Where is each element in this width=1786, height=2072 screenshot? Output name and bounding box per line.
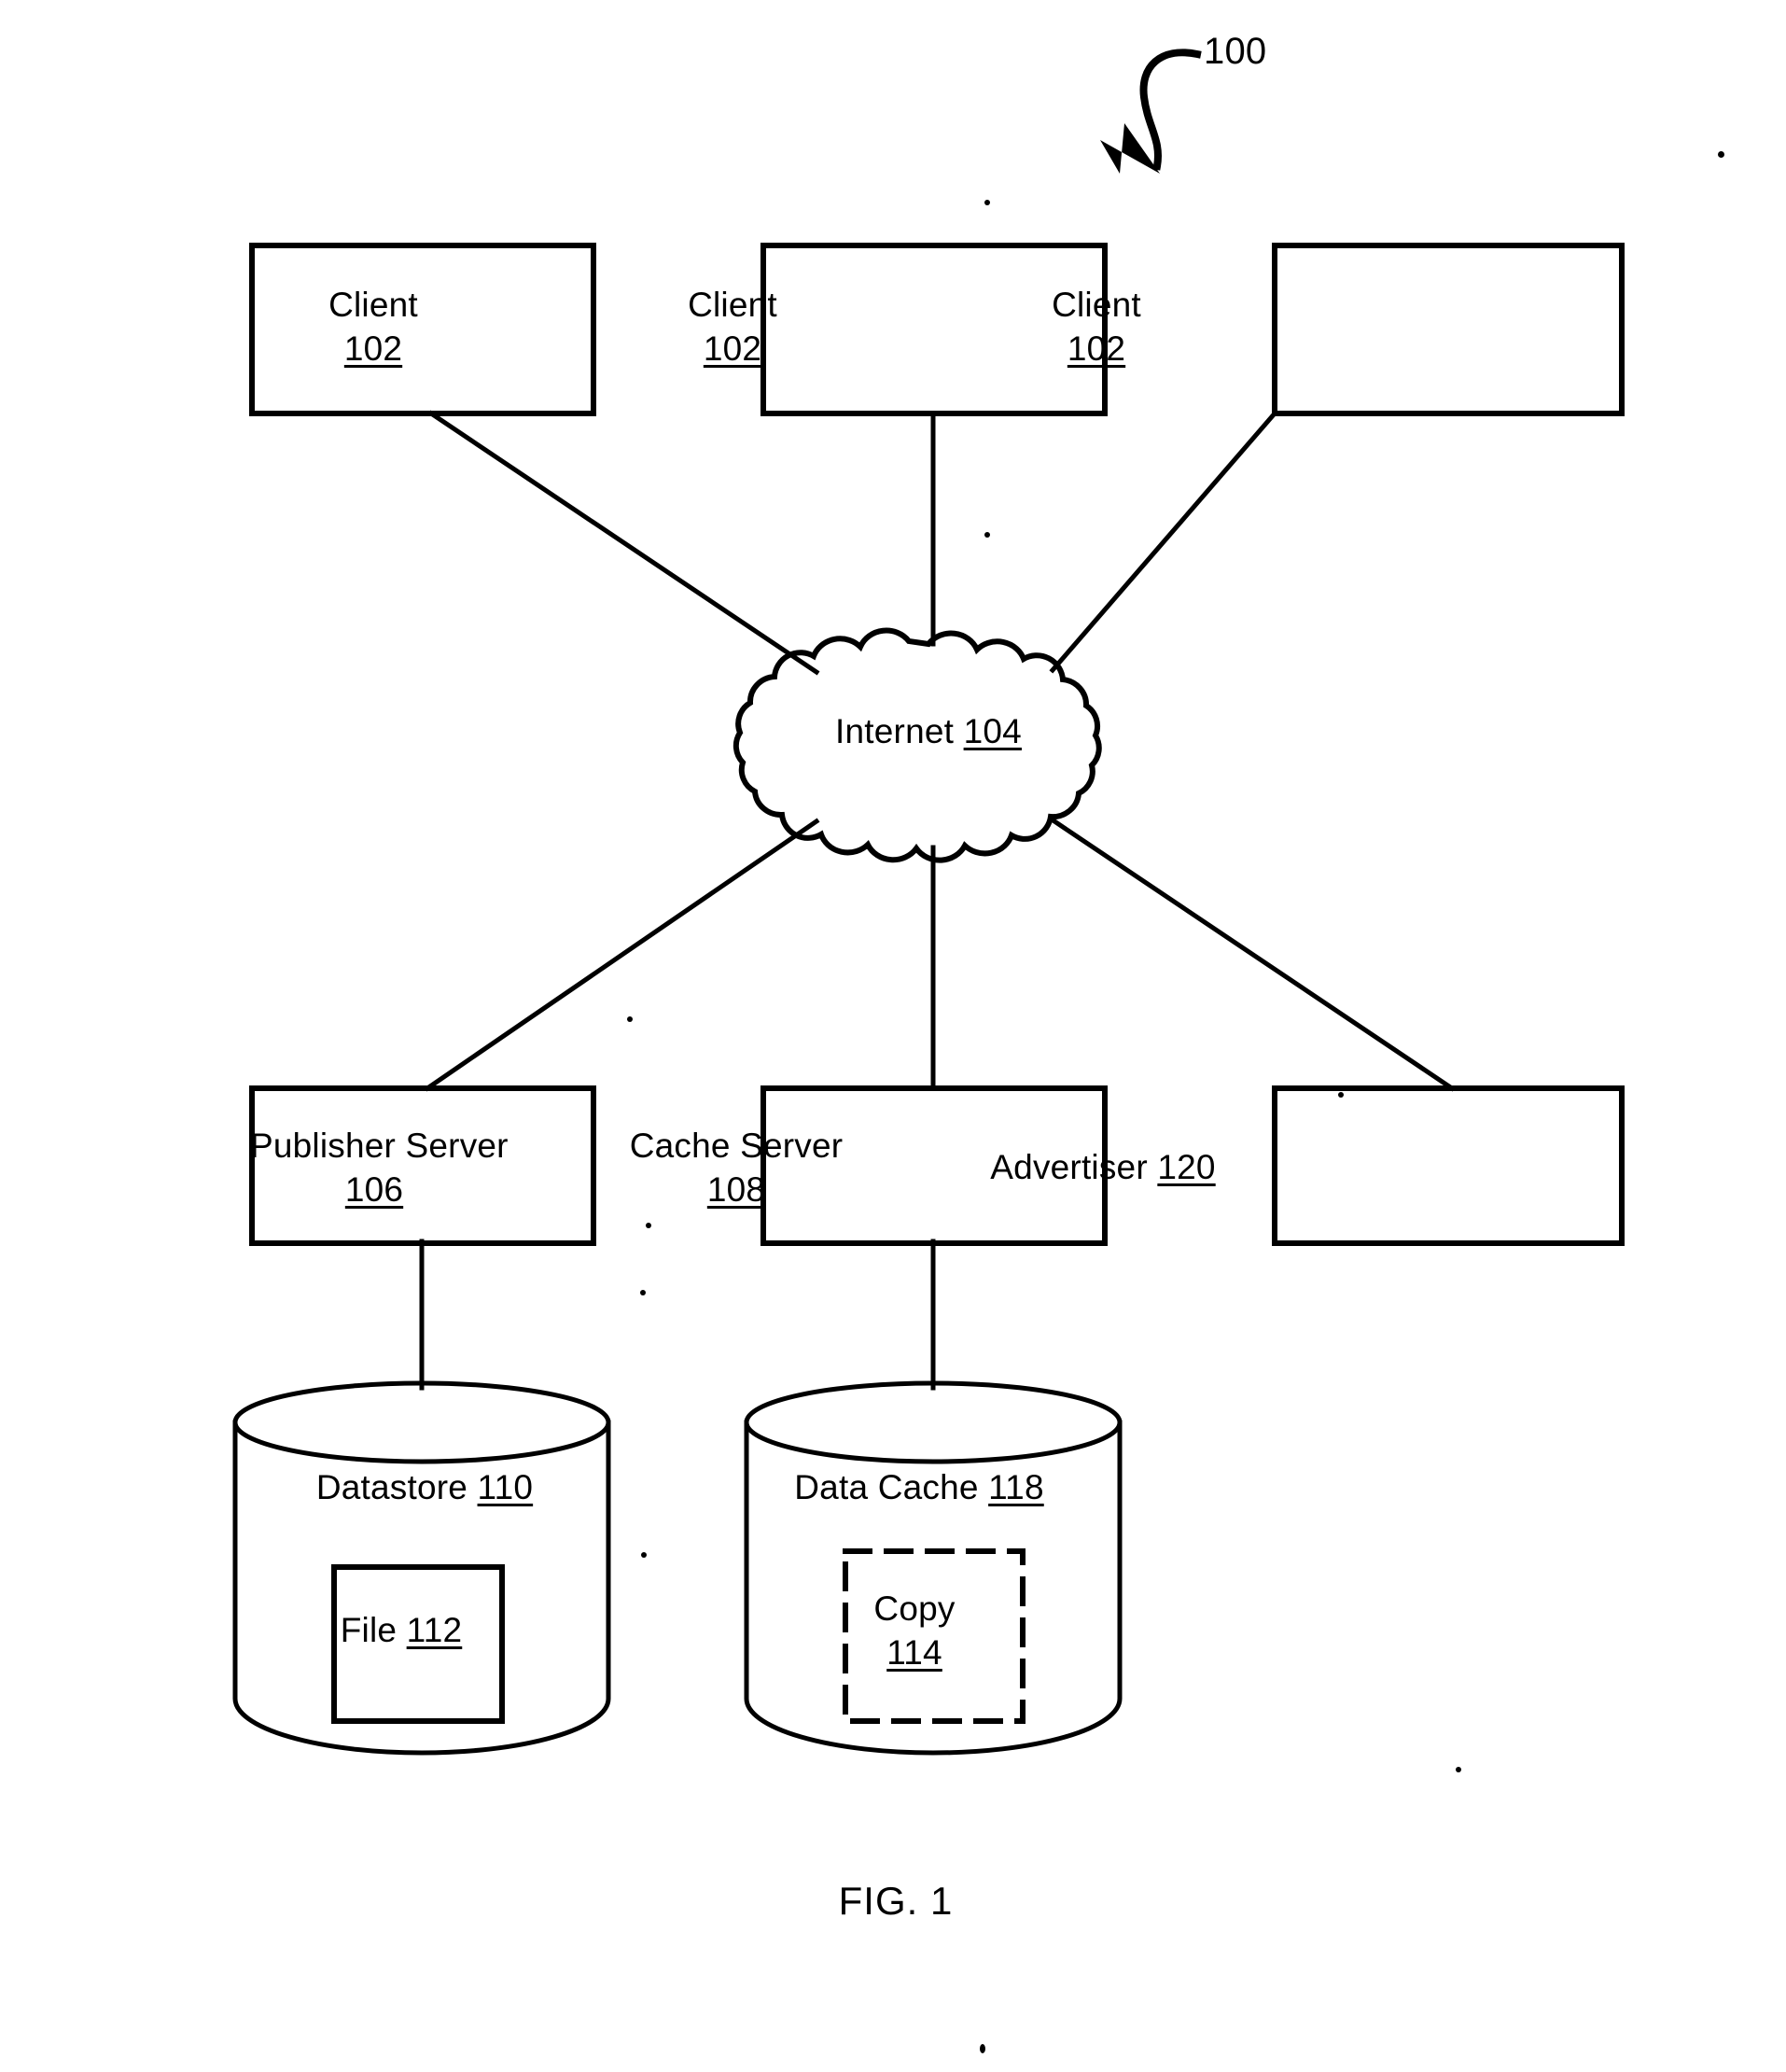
- advertiser-box: [1272, 1085, 1625, 1246]
- scan-speck: [1718, 151, 1724, 158]
- publisher-server-box-label: Publisher Server 106: [250, 1127, 509, 1210]
- scan-speck: [1456, 1767, 1461, 1772]
- file-box-label: File 112: [340, 1611, 463, 1649]
- figure-reference-numeral: 100: [1204, 31, 1267, 72]
- internet-cloud-label: Internet 104: [835, 712, 1022, 750]
- scan-speck: [627, 1016, 633, 1022]
- advertiser-box-label: Advertiser 120: [990, 1148, 1216, 1186]
- scan-speck: [1338, 1092, 1344, 1098]
- scan-speck: [980, 2044, 985, 2053]
- connector-internet-advertiser: [1051, 818, 1456, 1092]
- figure-caption: FIG. 1: [838, 1879, 954, 1923]
- patent-figure: Client 102 Client 102 Client 102 Interne…: [0, 0, 1786, 2072]
- connector-client3-internet: [1049, 410, 1278, 674]
- scan-speck: [984, 200, 990, 205]
- scan-speck: [641, 1552, 647, 1558]
- scan-speck: [646, 1223, 651, 1228]
- datacache-cylinder-label: Data Cache 118: [794, 1468, 1044, 1506]
- client-box-3: [1272, 243, 1625, 416]
- client-box-3-label: Client 102: [1052, 286, 1141, 369]
- client-box-1-label: Client 102: [328, 286, 418, 369]
- connector-internet-publisher: [424, 818, 820, 1092]
- datastore-cylinder-label: Datastore 110: [315, 1468, 534, 1506]
- cache-server-box-label: Cache Server 108: [629, 1127, 844, 1210]
- copy-box-label: Copy 114: [873, 1589, 956, 1673]
- scan-speck: [984, 532, 990, 538]
- client-box-2-label: Client 102: [688, 286, 777, 369]
- scan-speck: [640, 1290, 646, 1295]
- connector-client1-internet: [427, 410, 820, 676]
- datacache-cylinder: [744, 1380, 1123, 1756]
- reference-arrow-100: [1100, 49, 1202, 174]
